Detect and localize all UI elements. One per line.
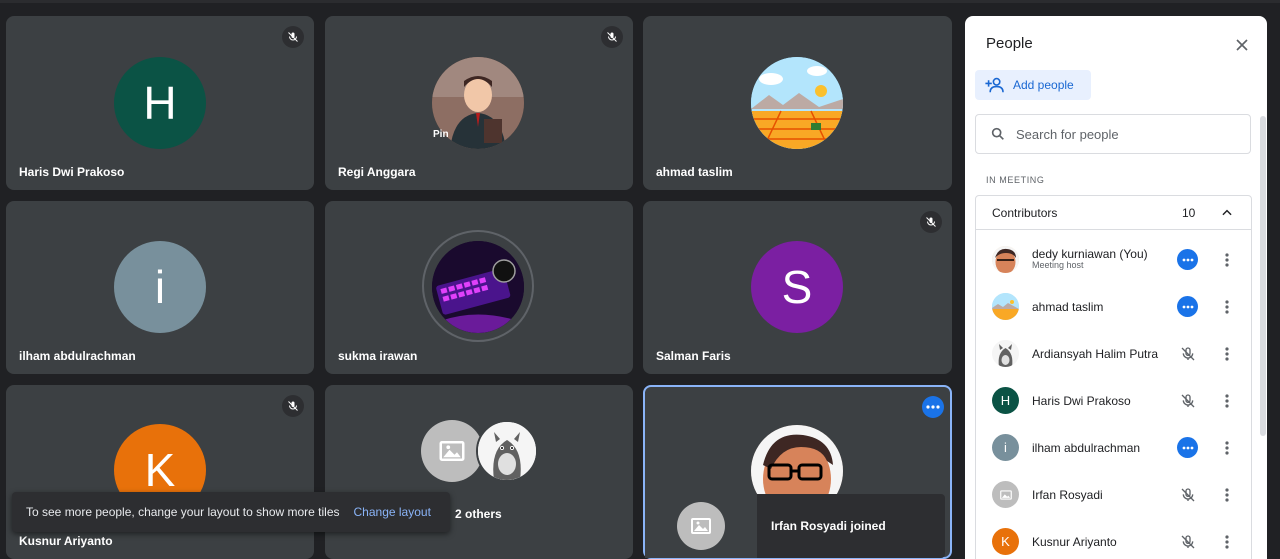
participant-avatar (992, 340, 1019, 367)
image-placeholder-icon (677, 502, 725, 550)
close-icon[interactable] (1232, 35, 1252, 55)
image-placeholder-icon (439, 441, 465, 461)
more-options-icon[interactable] (1177, 296, 1198, 317)
avatar: H (114, 57, 206, 149)
mic-off-icon (282, 26, 304, 48)
video-tile[interactable]: ahmad taslim (643, 16, 952, 190)
participant-name: Ardiansyah Halim Putra (1032, 347, 1159, 361)
avatar (421, 420, 483, 482)
participant-avatar (992, 293, 1019, 320)
participant-row[interactable]: dedy kurniawan (You) Meeting host (976, 236, 1251, 283)
participant-name: ilham abdulrachman (1032, 441, 1141, 455)
change-layout-link[interactable]: Change layout (354, 505, 431, 519)
section-label: IN MEETING (986, 175, 1045, 185)
toast-message: To see more people, change your layout t… (26, 505, 340, 519)
video-tile[interactable]: i ilham abdulrachman (6, 201, 314, 374)
group-label: Contributors (992, 206, 1058, 220)
mic-off-icon (1177, 484, 1198, 505)
participant-name: sukma irawan (338, 349, 418, 363)
video-tile[interactable]: K Kusnur Ariyanto (6, 385, 314, 559)
participant-name: Haris Dwi Prakoso (19, 165, 125, 179)
participant-row[interactable]: ahmad taslim (976, 283, 1251, 330)
group-count: 10 (1182, 206, 1196, 220)
kebab-menu-icon[interactable] (1220, 531, 1234, 552)
video-tile[interactable]: sukma irawan (325, 201, 633, 374)
pin-label[interactable]: Pin (433, 129, 449, 140)
participant-row[interactable]: Ardiansyah Halim Putra (976, 330, 1251, 377)
participant-name: Salman Faris (656, 349, 731, 363)
participant-name: Irfan Rosyadi (1032, 488, 1103, 502)
participant-row[interactable]: K Kusnur Ariyanto (976, 518, 1251, 559)
search-input[interactable] (1016, 126, 1236, 142)
participant-avatar: i (992, 434, 1019, 461)
participant-avatar: H (992, 387, 1019, 414)
join-notification: Irfan Rosyadi joined (645, 494, 945, 558)
mic-off-icon (1177, 531, 1198, 552)
avatar (432, 241, 524, 333)
participant-row[interactable]: Irfan Rosyadi (976, 471, 1251, 518)
avatar (751, 57, 843, 149)
join-text: Irfan Rosyadi joined (771, 519, 886, 533)
kebab-menu-icon[interactable] (1220, 390, 1234, 411)
add-people-label: Add people (1013, 78, 1074, 92)
video-tile[interactable]: S Salman Faris (643, 201, 952, 374)
avatar: i (114, 241, 206, 333)
participant-name: Kusnur Ariyanto (1032, 535, 1117, 549)
kebab-menu-icon[interactable] (1220, 296, 1234, 317)
contributors-header[interactable]: Contributors 10 (976, 196, 1251, 230)
participant-name: ilham abdulrachman (19, 349, 136, 363)
more-options-icon[interactable] (1177, 249, 1198, 270)
top-bar (0, 0, 1280, 3)
participant-name: ahmad taslim (1032, 300, 1104, 314)
layout-toast: To see more people, change your layout t… (12, 492, 450, 532)
kebab-menu-icon[interactable] (1220, 343, 1234, 364)
participant-name: 2 others (455, 507, 502, 521)
panel-title: People (986, 35, 1033, 52)
people-panel: People Add people IN MEETING Contributor… (965, 16, 1267, 559)
participant-row[interactable]: H Haris Dwi Prakoso (976, 377, 1251, 424)
participant-avatar (992, 481, 1019, 508)
participant-name: ahmad taslim (656, 165, 733, 179)
mic-off-icon (1177, 390, 1198, 411)
mic-off-icon (1177, 343, 1198, 364)
mic-off-icon (601, 26, 623, 48)
search-box[interactable] (975, 114, 1251, 154)
mic-off-icon (920, 211, 942, 233)
participant-name: dedy kurniawan (You) (1032, 247, 1148, 261)
participant-name: Regi Anggara (338, 165, 416, 179)
joined-thumbnail (645, 494, 757, 558)
more-options-icon[interactable] (1177, 437, 1198, 458)
participant-avatar: K (992, 528, 1019, 555)
participant-role: Meeting host (1032, 260, 1084, 270)
image-placeholder-icon (999, 489, 1012, 500)
kebab-menu-icon[interactable] (1220, 249, 1234, 270)
more-options-button[interactable] (922, 396, 944, 418)
kebab-menu-icon[interactable] (1220, 484, 1234, 505)
participant-name: Kusnur Ariyanto (19, 534, 113, 548)
participant-avatar (992, 246, 1019, 273)
contributors-group: Contributors 10 dedy kurniawan (You) Mee… (975, 195, 1252, 559)
participant-row[interactable]: i ilham abdulrachman (976, 424, 1251, 471)
kebab-menu-icon[interactable] (1220, 437, 1234, 458)
search-icon (991, 127, 1004, 140)
participant-name: Haris Dwi Prakoso (1032, 394, 1131, 408)
chevron-up-icon[interactable] (1220, 206, 1234, 225)
mic-off-icon (282, 395, 304, 417)
avatar: S (751, 241, 843, 333)
video-tile[interactable]: Pin Regi Anggara (325, 16, 633, 190)
avatar (476, 420, 538, 482)
video-tile[interactable]: H Haris Dwi Prakoso (6, 16, 314, 190)
add-person-icon (985, 77, 1004, 93)
add-people-button[interactable]: Add people (975, 70, 1091, 100)
video-tile[interactable]: 2 others (325, 385, 633, 559)
panel-scrollbar[interactable] (1260, 116, 1266, 436)
